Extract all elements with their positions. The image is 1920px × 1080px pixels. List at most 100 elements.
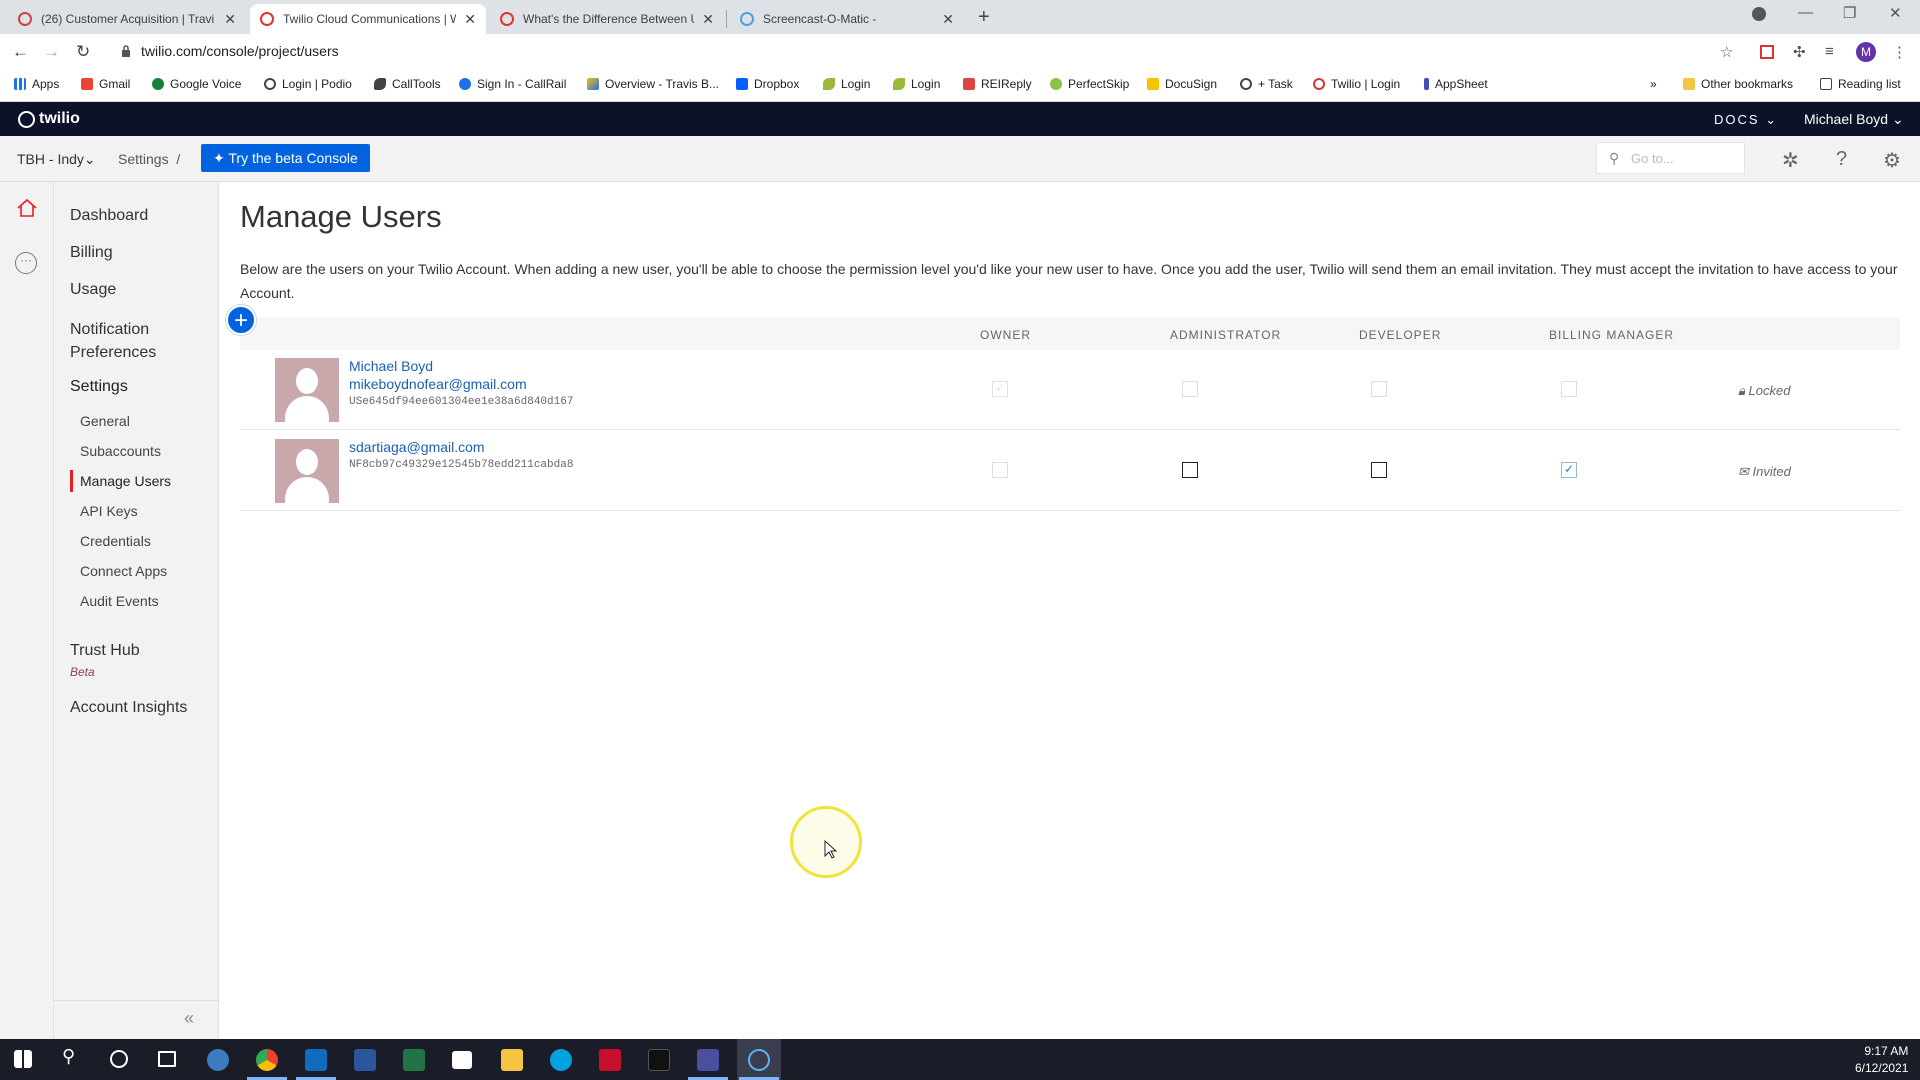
extensions-icon[interactable]: ✣ [1793, 43, 1806, 61]
bookmark-login-2[interactable]: Login [893, 77, 940, 91]
user-email-link[interactable]: sdartiaga@gmail.com [349, 439, 485, 455]
twilio-favicon-icon [260, 12, 274, 26]
billing-manager-checkbox[interactable] [1561, 381, 1577, 397]
try-beta-console-button[interactable]: ✦ Try the beta Console [201, 144, 370, 172]
sidebar-item-general[interactable]: General [80, 413, 130, 429]
owner-checkbox[interactable]: ✓ [992, 381, 1008, 397]
bookmark-dropbox[interactable]: Dropbox [736, 77, 799, 91]
twilio-logo[interactable]: twilio [18, 110, 80, 128]
administrator-checkbox[interactable] [1182, 381, 1198, 397]
bookmark-apps[interactable]: Apps [14, 77, 59, 91]
browser-tab[interactable]: Screencast-O-Matic - ✕ [730, 4, 964, 34]
excel-icon[interactable] [403, 1049, 425, 1071]
sidebar-item-dashboard[interactable]: Dashboard [70, 207, 148, 225]
sidebar-item-account-insights[interactable]: Account Insights [70, 699, 187, 717]
user-name-link[interactable]: Michael Boyd [349, 358, 433, 374]
back-icon[interactable]: ← [12, 42, 29, 62]
bookmark-perfectskip[interactable]: PerfectSkip [1050, 77, 1129, 91]
media-queue-icon[interactable]: ≡ [1825, 43, 1834, 60]
app-icon[interactable] [697, 1049, 719, 1071]
bookmark-google-voice[interactable]: Google Voice [152, 77, 241, 91]
sidebar-item-settings[interactable]: Settings [70, 378, 128, 396]
word-icon[interactable] [354, 1049, 376, 1071]
app-icon[interactable] [207, 1049, 229, 1071]
developer-checkbox[interactable] [1371, 462, 1387, 478]
close-tab-icon[interactable]: ✕ [224, 11, 236, 28]
bookmark-reireply[interactable]: REIReply [963, 77, 1032, 91]
gear-icon[interactable]: ⚙ [1883, 148, 1901, 173]
bookmark-twilio-login[interactable]: Twilio | Login [1313, 77, 1400, 91]
collapse-sidebar-icon[interactable]: « [184, 1008, 194, 1029]
browser-tab[interactable]: (26) Customer Acquisition | Travi ✕ [8, 4, 246, 34]
restore-icon[interactable]: ❐ [1843, 4, 1856, 22]
user-email-link[interactable]: mikeboydnofear@gmail.com [349, 376, 527, 392]
sidebar-item-api-keys[interactable]: API Keys [80, 503, 138, 519]
search-icon[interactable]: ⚲ [62, 1046, 84, 1068]
profile-avatar[interactable]: M [1856, 42, 1876, 62]
pocket-extension-icon[interactable] [1760, 45, 1774, 59]
browser-menu-icon[interactable]: ⋮ [1892, 43, 1907, 61]
address-bar[interactable]: twilio.com/console/project/users [141, 43, 339, 59]
breadcrumb[interactable]: Settings / [118, 151, 180, 167]
reload-icon[interactable]: ↻ [76, 42, 90, 62]
bookmark-docusign[interactable]: DocuSign [1147, 77, 1217, 91]
sidebar-item-trust-hub[interactable]: Trust Hub [70, 642, 140, 660]
sidebar-item-notification-preferences[interactable]: Notification Preferences [70, 318, 190, 364]
user-menu[interactable]: Michael Boyd ⌄ [1804, 111, 1904, 128]
system-clock[interactable]: 9:17 AM 6/12/2021 [1855, 1043, 1908, 1077]
bookmark-appsheet[interactable]: AppSheet [1424, 77, 1488, 91]
more-icon[interactable]: ··· [15, 252, 37, 274]
sidebar-item-manage-users[interactable]: Manage Users [80, 473, 171, 489]
close-tab-icon[interactable]: ✕ [464, 11, 476, 28]
windows-start-icon[interactable] [14, 1050, 32, 1068]
sidebar-item-billing[interactable]: Billing [70, 244, 113, 262]
owner-checkbox[interactable] [992, 462, 1008, 478]
close-tab-icon[interactable]: ✕ [702, 11, 714, 28]
app-icon[interactable] [648, 1049, 670, 1071]
task-view-icon[interactable] [158, 1051, 176, 1067]
bookmark-star-icon[interactable]: ☆ [1720, 43, 1733, 61]
minimize-icon[interactable]: — [1798, 4, 1813, 21]
help-icon[interactable]: ? [1836, 148, 1847, 171]
sidebar-item-credentials[interactable]: Credentials [80, 533, 151, 549]
administrator-checkbox[interactable] [1182, 462, 1198, 478]
bookmark-login[interactable]: Login [823, 77, 870, 91]
file-explorer-icon[interactable] [501, 1049, 523, 1071]
tab-search-icon[interactable] [1752, 7, 1766, 21]
bookmark-podio[interactable]: Login | Podio [264, 77, 352, 91]
home-icon[interactable] [16, 198, 38, 218]
docs-menu[interactable]: DOCS ⌄ [1714, 112, 1778, 128]
cortana-icon[interactable] [110, 1050, 128, 1068]
mcafee-icon[interactable] [599, 1049, 621, 1071]
new-tab-icon[interactable]: + [978, 6, 990, 29]
sidebar-item-usage[interactable]: Usage [70, 281, 116, 299]
skype-icon[interactable] [550, 1049, 572, 1071]
other-bookmarks[interactable]: Other bookmarks [1683, 77, 1793, 91]
project-switcher[interactable]: TBH - Indy⌄ [17, 151, 96, 168]
chrome-icon[interactable] [256, 1049, 278, 1071]
chevron-down-icon: ⌄ [83, 151, 96, 167]
bookmark-callrail[interactable]: Sign In - CallRail [459, 77, 566, 91]
search-input[interactable]: ⚲ Go to... [1596, 142, 1745, 174]
store-icon[interactable] [452, 1051, 472, 1069]
bookmark-gmail[interactable]: Gmail [81, 77, 130, 91]
sidebar-item-subaccounts[interactable]: Subaccounts [80, 443, 161, 459]
sidebar-item-connect-apps[interactable]: Connect Apps [80, 563, 167, 579]
add-user-button[interactable]: + [226, 305, 256, 335]
outlook-icon[interactable] [305, 1049, 327, 1071]
close-tab-icon[interactable]: ✕ [942, 11, 954, 28]
browser-tab[interactable]: What's the Difference Between U ✕ [490, 4, 724, 34]
screencast-icon[interactable] [748, 1049, 770, 1071]
bookmark-overview[interactable]: Overview - Travis B... [587, 77, 719, 91]
bookmark-task[interactable]: + Task [1240, 77, 1293, 91]
debugger-bug-icon[interactable]: ✲ [1782, 148, 1799, 173]
bookmarks-overflow-icon[interactable]: » [1650, 77, 1657, 91]
close-window-icon[interactable]: ✕ [1889, 4, 1902, 22]
sidebar-item-audit-events[interactable]: Audit Events [80, 593, 159, 609]
reading-list[interactable]: Reading list [1820, 77, 1901, 91]
bookmark-calltools[interactable]: CallTools [374, 77, 441, 91]
billing-manager-checkbox[interactable]: ✓ [1561, 462, 1577, 478]
browser-tab-active[interactable]: Twilio Cloud Communications | W ✕ [250, 4, 486, 34]
forward-icon[interactable]: → [43, 42, 60, 62]
developer-checkbox[interactable] [1371, 381, 1387, 397]
